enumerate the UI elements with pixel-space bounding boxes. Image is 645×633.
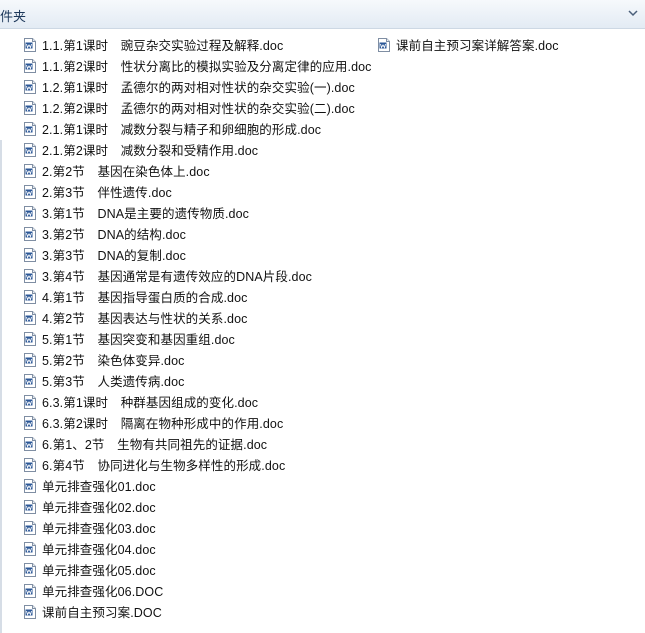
file-name: 单元排查强化06.DOC [42, 585, 164, 599]
file-item[interactable]: 1.2.第2课时 孟德尔的两对相对性状的杂交实验(二).doc [24, 97, 364, 118]
file-name: 4.第1节 基因指导蛋白质的合成.doc [42, 291, 248, 305]
word-document-icon [24, 604, 36, 619]
file-item[interactable]: 1.2.第1课时 孟德尔的两对相对性状的杂交实验(一).doc [24, 76, 364, 97]
file-item[interactable]: 课前自主预习案.DOC [24, 601, 364, 622]
word-document-icon [24, 163, 36, 178]
file-item[interactable]: 5.第3节 人类遗传病.doc [24, 370, 364, 391]
left-pane-edge [0, 140, 2, 633]
file-name: 1.1.第1课时 豌豆杂交实验过程及解释.doc [42, 39, 284, 53]
file-item[interactable]: 单元排查强化03.doc [24, 517, 364, 538]
word-document-icon [24, 583, 36, 598]
file-name: 2.1.第1课时 减数分裂与精子和卵细胞的形成.doc [42, 123, 322, 137]
file-item[interactable]: 3.第2节 DNA的结构.doc [24, 223, 364, 244]
file-name: 1.2.第2课时 孟德尔的两对相对性状的杂交实验(二).doc [42, 102, 355, 116]
file-item[interactable]: 单元排查强化01.doc [24, 475, 364, 496]
file-name: 5.第1节 基因突变和基因重组.doc [42, 333, 235, 347]
file-name: 2.1.第2课时 减数分裂和受精作用.doc [42, 144, 259, 158]
file-name: 3.第1节 DNA是主要的遗传物质.doc [42, 207, 249, 221]
word-document-icon [24, 100, 36, 115]
file-name: 6.第4节 协同进化与生物多样性的形成.doc [42, 459, 286, 473]
word-document-icon [24, 268, 36, 283]
folder-header: 件夹 [0, 0, 645, 29]
word-document-icon [24, 478, 36, 493]
word-document-icon [24, 331, 36, 346]
file-item[interactable]: 5.第1节 基因突变和基因重组.doc [24, 328, 364, 349]
file-name: 6.3.第2课时 隔离在物种形成中的作用.doc [42, 417, 284, 431]
file-item[interactable]: 6.第4节 协同进化与生物多样性的形成.doc [24, 454, 364, 475]
word-document-icon [24, 205, 36, 220]
file-list-column-1: 1.1.第1课时 豌豆杂交实验过程及解释.doc 1.1.第2课时 性状分离比的… [24, 34, 371, 622]
file-name: 4.第2节 基因表达与性状的关系.doc [42, 312, 248, 326]
file-name: 2.第3节 伴性遗传.doc [42, 186, 172, 200]
word-document-icon [24, 184, 36, 199]
file-item[interactable]: 2.第3节 伴性遗传.doc [24, 181, 364, 202]
word-document-icon [24, 520, 36, 535]
file-name: 单元排查强化04.doc [42, 543, 156, 557]
file-item[interactable]: 课前自主预习案详解答案.doc [378, 34, 638, 55]
file-item[interactable]: 4.第1节 基因指导蛋白质的合成.doc [24, 286, 364, 307]
file-name: 课前自主预习案详解答案.doc [396, 39, 559, 53]
file-item[interactable]: 1.1.第2课时 性状分离比的模拟实验及分离定律的应用.doc [24, 55, 371, 76]
file-name: 课前自主预习案.DOC [42, 606, 162, 620]
folder-title: 件夹 [0, 9, 27, 24]
word-document-icon [378, 37, 390, 52]
file-name: 3.第4节 基因通常是有遗传效应的DNA片段.doc [42, 270, 312, 284]
file-name: 3.第2节 DNA的结构.doc [42, 228, 186, 242]
file-name: 1.1.第2课时 性状分离比的模拟实验及分离定律的应用.doc [42, 60, 372, 74]
file-item[interactable]: 3.第3节 DNA的复制.doc [24, 244, 364, 265]
file-name: 单元排查强化02.doc [42, 501, 156, 515]
file-name: 单元排查强化01.doc [42, 480, 156, 494]
file-item[interactable]: 4.第2节 基因表达与性状的关系.doc [24, 307, 364, 328]
word-document-icon [24, 436, 36, 451]
file-item[interactable]: 2.第2节 基因在染色体上.doc [24, 160, 364, 181]
word-document-icon [24, 499, 36, 514]
chevron-down-icon[interactable] [627, 7, 639, 19]
word-document-icon [24, 226, 36, 241]
file-item[interactable]: 6.3.第1课时 种群基因组成的变化.doc [24, 391, 364, 412]
file-item[interactable]: 1.1.第1课时 豌豆杂交实验过程及解释.doc [24, 34, 364, 55]
file-item[interactable]: 3.第1节 DNA是主要的遗传物质.doc [24, 202, 364, 223]
word-document-icon [24, 541, 36, 556]
word-document-icon [24, 415, 36, 430]
file-item[interactable]: 3.第4节 基因通常是有遗传效应的DNA片段.doc [24, 265, 364, 286]
file-item[interactable]: 单元排查强化06.DOC [24, 580, 364, 601]
file-name: 1.2.第1课时 孟德尔的两对相对性状的杂交实验(一).doc [42, 81, 355, 95]
word-document-icon [24, 394, 36, 409]
file-name: 2.第2节 基因在染色体上.doc [42, 165, 210, 179]
file-name: 6.第1、2节 生物有共同祖先的证据.doc [42, 438, 268, 452]
word-document-icon [24, 352, 36, 367]
file-list-column-2: 课前自主预习案详解答案.doc [378, 34, 638, 55]
file-item[interactable]: 2.1.第2课时 减数分裂和受精作用.doc [24, 139, 364, 160]
file-item[interactable]: 5.第2节 染色体变异.doc [24, 349, 364, 370]
word-document-icon [24, 562, 36, 577]
file-name: 单元排查强化05.doc [42, 564, 156, 578]
file-name: 3.第3节 DNA的复制.doc [42, 249, 186, 263]
file-item[interactable]: 6.第1、2节 生物有共同祖先的证据.doc [24, 433, 364, 454]
word-document-icon [24, 37, 36, 52]
word-document-icon [24, 373, 36, 388]
word-document-icon [24, 247, 36, 262]
file-item[interactable]: 2.1.第1课时 减数分裂与精子和卵细胞的形成.doc [24, 118, 364, 139]
file-name: 6.3.第1课时 种群基因组成的变化.doc [42, 396, 259, 410]
word-document-icon [24, 142, 36, 157]
word-document-icon [24, 310, 36, 325]
file-name: 单元排查强化03.doc [42, 522, 156, 536]
word-document-icon [24, 457, 36, 472]
file-item[interactable]: 单元排查强化05.doc [24, 559, 364, 580]
file-item[interactable]: 6.3.第2课时 隔离在物种形成中的作用.doc [24, 412, 364, 433]
word-document-icon [24, 289, 36, 304]
file-item[interactable]: 单元排查强化02.doc [24, 496, 364, 517]
file-item[interactable]: 单元排查强化04.doc [24, 538, 364, 559]
file-name: 5.第2节 染色体变异.doc [42, 354, 185, 368]
explorer-window: 件夹 1.1.第1课时 豌豆杂交实验过程及解释.doc 1.1.第2课时 性状分… [0, 0, 645, 633]
word-document-icon [24, 58, 36, 73]
word-document-icon [24, 79, 36, 94]
file-name: 5.第3节 人类遗传病.doc [42, 375, 185, 389]
word-document-icon [24, 121, 36, 136]
